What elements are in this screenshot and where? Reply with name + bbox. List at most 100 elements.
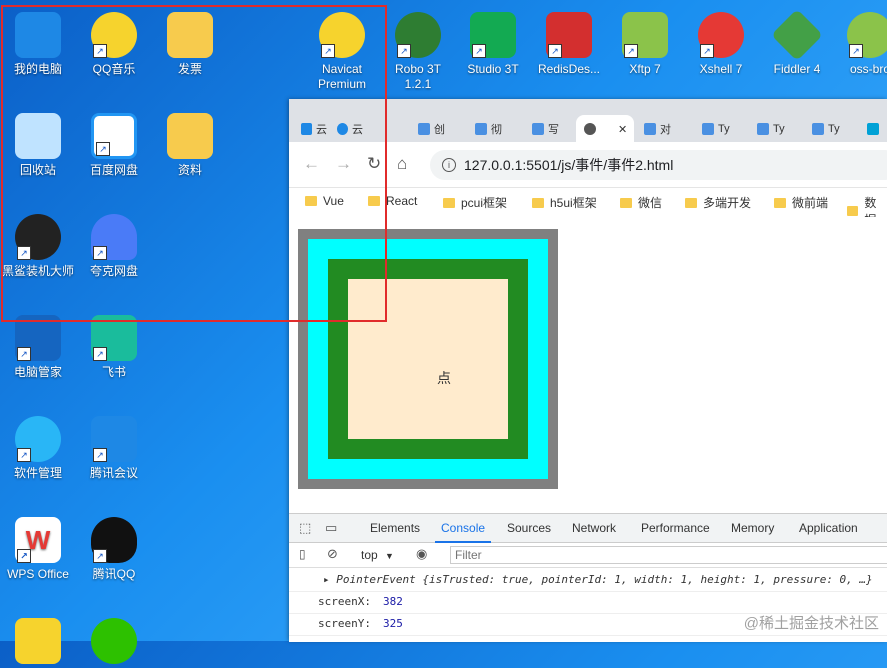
- desktop-icon-pc-manager[interactable]: ↗ 电脑管家: [2, 307, 74, 380]
- browser-tab[interactable]: 云: [293, 115, 327, 143]
- console-filter-input[interactable]: [450, 546, 887, 564]
- browser-tab[interactable]: 彻: [467, 115, 511, 143]
- desktop-icon-invoice[interactable]: 发票: [154, 4, 226, 77]
- browser-tab[interactable]: 创: [410, 115, 454, 143]
- desktop-icon-redisdesktop[interactable]: ↗ RedisDes...: [533, 4, 605, 77]
- watermark-text: @稀土掘金技术社区: [743, 615, 879, 632]
- shortcut-arrow-icon: ↗: [321, 44, 335, 58]
- desktop-icon-studio3t[interactable]: ↗ Studio 3T: [457, 4, 529, 77]
- bookmark-folder[interactable]: pcui框架: [443, 194, 507, 211]
- sidebar-toggle-icon[interactable]: ▯: [299, 547, 306, 561]
- browser-tab[interactable]: Ty: [749, 115, 799, 143]
- xftp-icon: ↗: [622, 12, 668, 58]
- context-selector[interactable]: top ▼: [361, 548, 394, 562]
- xshell-icon: ↗: [698, 12, 744, 58]
- icon-label: 资料: [177, 163, 202, 177]
- box-green[interactable]: 点: [328, 259, 528, 459]
- tab-title: 彻: [491, 124, 502, 136]
- shortcut-arrow-icon: ↗: [700, 44, 714, 58]
- desktop-icon-navicat[interactable]: ↗ Navicat Premium: [306, 4, 378, 92]
- folder-icon: [368, 196, 380, 206]
- desktop-icon-xftp[interactable]: ↗ Xftp 7: [609, 4, 681, 77]
- icon-label: RedisDes...: [537, 62, 601, 76]
- tab-elements[interactable]: Elements: [370, 521, 420, 535]
- desktop-icon-my-computer[interactable]: 我的电脑: [2, 4, 74, 77]
- clear-console-icon[interactable]: ⊘: [327, 546, 338, 562]
- desktop-icon-qq[interactable]: ↗ 腾讯QQ: [78, 509, 150, 582]
- desktop-icon-baidu-netdisk[interactable]: ↗ 百度网盘: [78, 105, 150, 178]
- tab-memory[interactable]: Memory: [731, 521, 774, 535]
- qq-music-icon: ↗: [91, 12, 137, 58]
- browser-tab[interactable]: Ty: [694, 115, 744, 143]
- tab-title: 写: [548, 124, 559, 136]
- shortcut-arrow-icon: ↗: [624, 44, 638, 58]
- tab-console[interactable]: Console: [434, 521, 492, 543]
- bookmark-folder[interactable]: 微信: [620, 194, 662, 211]
- browser-tab[interactable]: [859, 115, 887, 143]
- forward-arrow-icon[interactable]: →: [335, 154, 352, 174]
- console-event-line[interactable]: ▸ PointerEvent {isTrusted: true, pointer…: [289, 569, 887, 592]
- outer-box-gray[interactable]: 点: [298, 229, 558, 489]
- redis-icon: ↗: [546, 12, 592, 58]
- shortcut-arrow-icon: ↗: [96, 142, 110, 156]
- desktop-icon-tencent-meeting[interactable]: ↗ 腾讯会议: [78, 408, 150, 481]
- reload-icon[interactable]: ↻: [367, 154, 381, 174]
- desktop-icon-software-manager[interactable]: ↗ 软件管理: [2, 408, 74, 481]
- site-info-icon[interactable]: i: [442, 158, 456, 172]
- devtools-tabs: ⬚ ▭ Elements Console Sources Network Per…: [289, 514, 887, 543]
- browser-tab[interactable]: 对: [636, 115, 688, 143]
- computer-icon: [15, 12, 61, 58]
- bilibili-icon: [867, 123, 879, 135]
- desktop-icon-quark-netdisk[interactable]: ↗ 夸克网盘: [78, 206, 150, 279]
- desktop-icon-xshell[interactable]: ↗ Xshell 7: [685, 4, 757, 77]
- desktop-icon-robo3t[interactable]: ↗ Robo 3T 1.2.1: [382, 4, 454, 92]
- folder-icon: [620, 197, 632, 208]
- device-toolbar-icon[interactable]: ▭: [325, 520, 337, 536]
- tab-title: 云: [316, 124, 327, 136]
- bookmark-folder[interactable]: h5ui框架: [532, 194, 597, 211]
- bookmark-label: 微前端: [792, 196, 829, 210]
- browser-tab[interactable]: 写: [524, 115, 568, 143]
- desktop-icon-materials[interactable]: 资料: [154, 105, 226, 178]
- close-icon[interactable]: ✕: [618, 123, 627, 136]
- wechat-icon: [91, 618, 137, 664]
- eye-icon[interactable]: ◉: [416, 546, 427, 562]
- log-value: 325: [383, 617, 403, 630]
- desktop-icon-fiddler[interactable]: Fiddler 4: [761, 4, 833, 77]
- tab-performance[interactable]: Performance: [641, 521, 710, 535]
- icon-label: Studio 3T: [467, 62, 519, 76]
- desktop-icon-qq-music[interactable]: ↗ QQ音乐: [78, 4, 150, 77]
- home-icon[interactable]: ⌂: [397, 154, 407, 174]
- folder-icon: [847, 206, 859, 216]
- browser-tab-active[interactable]: ✕: [576, 115, 634, 143]
- desktop-icon-partial-1[interactable]: [2, 610, 74, 668]
- browser-tab[interactable]: 云: [329, 115, 363, 143]
- icon-label: Robo 3T 1.2.1: [394, 62, 442, 91]
- inspect-element-icon[interactable]: ⬚: [299, 520, 311, 536]
- icon-label: 百度网盘: [89, 163, 138, 177]
- bookmark-folder[interactable]: 微前端: [774, 194, 828, 211]
- desktop-icon-feishu[interactable]: ↗ 飞书: [78, 307, 150, 380]
- bookmark-label: 多端开发: [703, 196, 752, 210]
- shortcut-arrow-icon: ↗: [472, 44, 486, 58]
- box-cyan[interactable]: 点: [308, 239, 548, 479]
- bookmark-folder[interactable]: Vue: [305, 194, 344, 208]
- bookmark-folder[interactable]: 多端开发: [685, 194, 751, 211]
- bookmark-folder[interactable]: React: [368, 194, 417, 208]
- desktop-icon-recycle-bin[interactable]: 回收站: [2, 105, 74, 178]
- address-bar[interactable]: i 127.0.0.1:5501/js/事件/事件2.html: [430, 150, 887, 180]
- tab-sources[interactable]: Sources: [507, 521, 551, 535]
- tab-application[interactable]: Application: [799, 521, 858, 535]
- desktop-icon-heisha[interactable]: ↗ 黑鲨装机大师: [2, 206, 74, 279]
- browser-tab[interactable]: Ty: [804, 115, 854, 143]
- desktop-icon-partial-2[interactable]: [78, 610, 150, 668]
- browser-toolbar: ← → ↻ ⌂ i 127.0.0.1:5501/js/事件/事件2.html: [289, 142, 887, 188]
- tab-network[interactable]: Network: [572, 521, 616, 535]
- icon-label: 夸克网盘: [89, 264, 138, 278]
- desktop-icon-wps[interactable]: W ↗ WPS Office: [2, 509, 74, 582]
- inner-box[interactable]: 点: [348, 279, 508, 439]
- desktop-icon-oss-browser[interactable]: ↗ oss-bro: [834, 4, 887, 77]
- back-arrow-icon[interactable]: ←: [303, 154, 320, 174]
- icon-label: 我的电脑: [13, 62, 62, 76]
- context-value: top: [361, 548, 378, 562]
